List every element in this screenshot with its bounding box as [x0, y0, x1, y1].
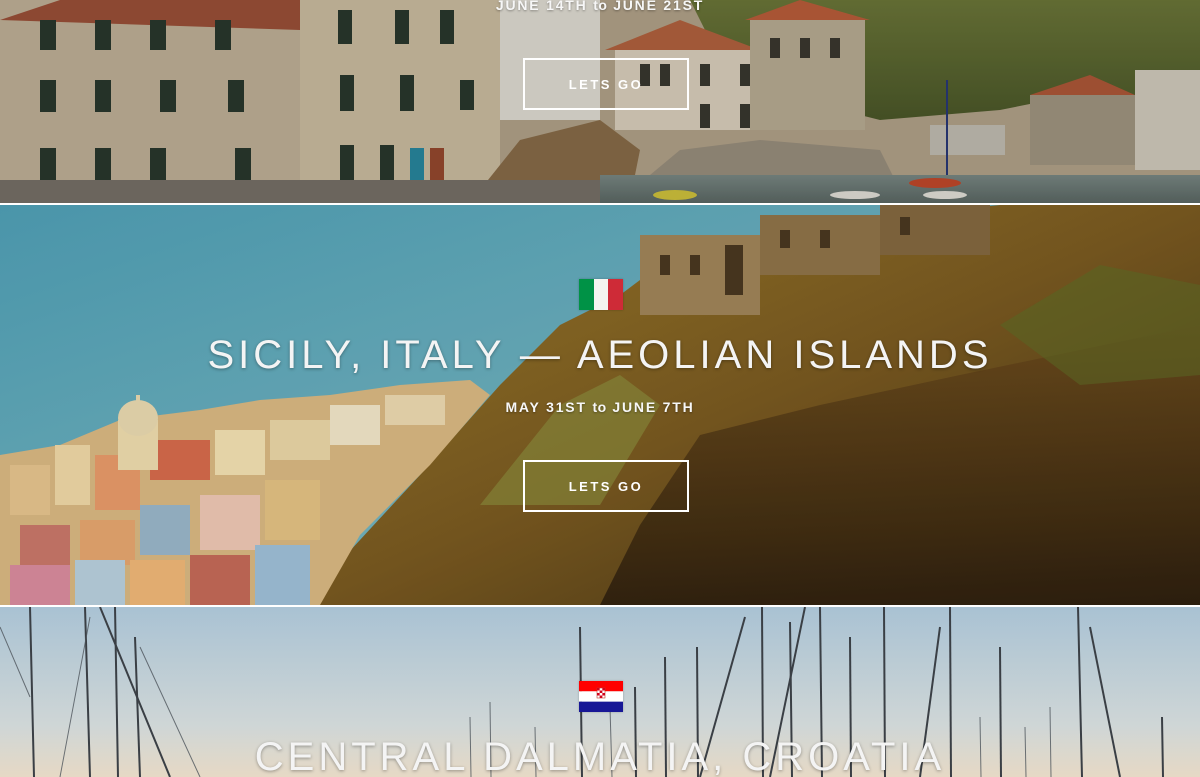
- destination-panel-2: SICILY, ITALY — AEOLIAN ISLANDS MAY 31ST…: [0, 205, 1200, 605]
- lets-go-button[interactable]: LETS GO: [523, 58, 689, 110]
- date-start: JUNE 14TH: [495, 0, 588, 13]
- destination-content-2: SICILY, ITALY — AEOLIAN ISLANDS MAY 31ST…: [0, 205, 1200, 605]
- date-separator: to: [593, 0, 608, 13]
- date-start: MAY 31ST: [505, 399, 587, 415]
- croatia-flag-icon: [579, 681, 623, 712]
- trip-dates: JUNE 14TH to JUNE 21ST: [0, 0, 1200, 13]
- italy-flag-icon: [579, 279, 623, 310]
- destination-title: CENTRAL DALMATIA, CROATIA: [254, 735, 946, 777]
- lets-go-button[interactable]: LETS GO: [523, 460, 689, 512]
- destination-content-3: CENTRAL DALMATIA, CROATIA: [0, 607, 1200, 777]
- date-separator: to: [592, 399, 607, 415]
- destination-panel-1: JUNE 14TH to JUNE 21ST LETS GO: [0, 0, 1200, 203]
- destination-panel-3: CENTRAL DALMATIA, CROATIA: [0, 607, 1200, 777]
- trip-dates: MAY 31ST to JUNE 7TH: [0, 399, 1200, 415]
- date-end: JUNE 7TH: [612, 399, 695, 415]
- date-end: JUNE 21ST: [613, 0, 705, 13]
- destination-content-1: JUNE 14TH to JUNE 21ST LETS GO: [0, 0, 1200, 203]
- destination-title: SICILY, ITALY — AEOLIAN ISLANDS: [207, 333, 993, 377]
